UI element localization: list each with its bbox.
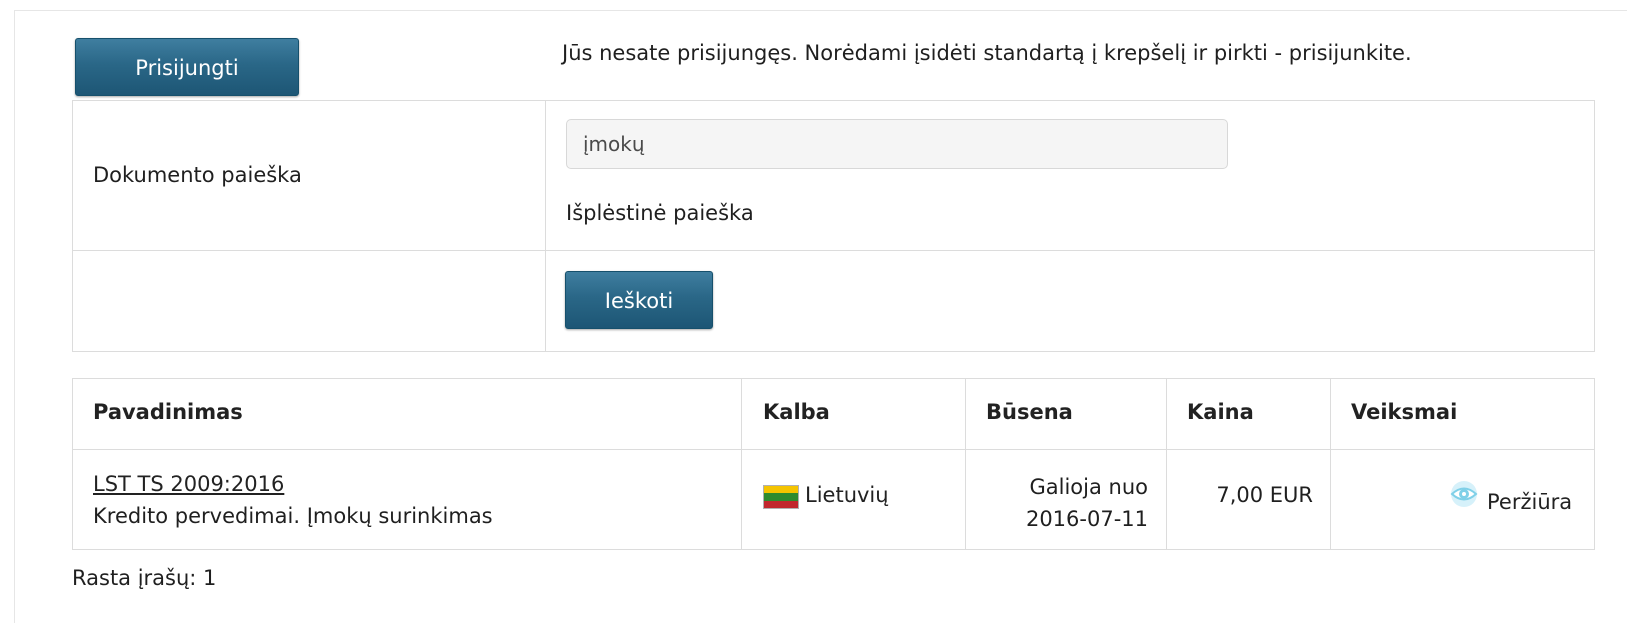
document-price: 7,00 EUR [1216, 483, 1313, 507]
login-notice: Jūs nesate prisijungęs. Norėdami įsidėti… [562, 41, 1412, 65]
col-divider [1166, 379, 1167, 549]
results-count: Rasta įrašų: 1 [72, 566, 217, 590]
col-divider [741, 379, 742, 549]
column-header-actions: Veiksmai [1351, 400, 1458, 424]
status-date: 2016-07-11 [1025, 507, 1148, 531]
status-line: Galioja nuo [1029, 475, 1148, 499]
advanced-search-link[interactable]: Išplėstinė paieška [566, 201, 754, 225]
document-status: Galioja nuo 2016-07-11 [966, 471, 1148, 535]
document-code-link[interactable]: LST TS 2009:2016 [93, 472, 284, 496]
view-link[interactable]: Peržiūra [1487, 490, 1572, 514]
column-header-status: Būsena [986, 400, 1073, 424]
search-button[interactable]: Ieškoti [565, 271, 713, 329]
search-panel: Dokumento paieška Išplėstinė paieška [72, 100, 1595, 352]
col-divider [1330, 379, 1331, 549]
document-language: Lietuvių [805, 483, 889, 507]
column-header-language: Kalba [763, 400, 830, 424]
search-col-divider [545, 101, 546, 351]
results-table: Pavadinimas Kalba Būsena Kaina Veiksmai … [72, 378, 1595, 550]
login-button[interactable]: Prisijungti [75, 38, 299, 96]
lithuania-flag-icon [763, 485, 799, 509]
eye-icon[interactable] [1448, 479, 1480, 509]
search-row-divider [73, 250, 1594, 251]
column-header-name: Pavadinimas [93, 400, 243, 424]
search-label: Dokumento paieška [93, 163, 302, 187]
column-header-price: Kaina [1187, 400, 1254, 424]
results-header-divider [73, 449, 1594, 450]
document-title: Kredito pervedimai. Įmokų surinkimas [93, 504, 493, 528]
search-input[interactable] [566, 119, 1228, 169]
